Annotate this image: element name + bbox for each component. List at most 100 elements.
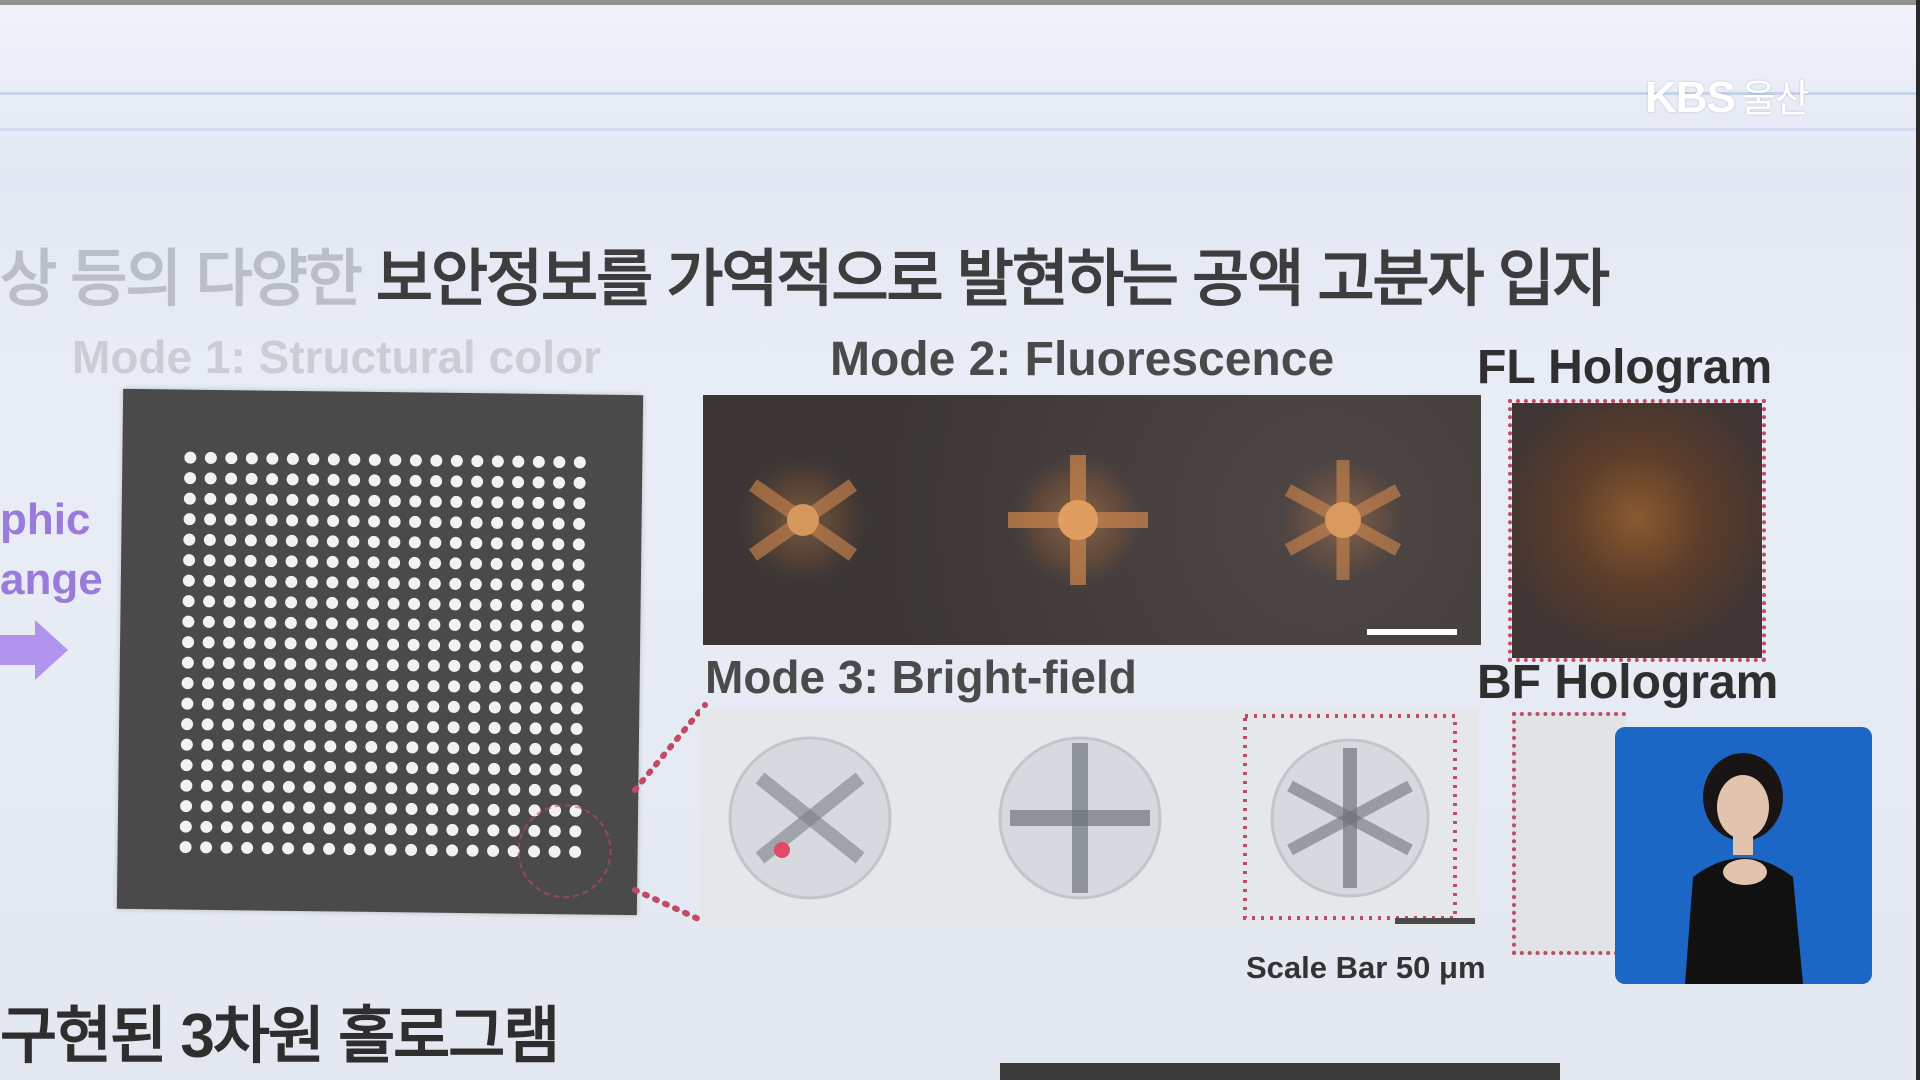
lattice-dot [324,740,337,753]
lattice-dot [305,617,318,630]
fl-hologram-label: FL Hologram [1477,341,1773,394]
bright-field-particles [728,714,1475,924]
lattice-dot [426,803,439,816]
lattice-dot [469,578,482,591]
lattice-dot [327,514,340,527]
lattice-dot [224,534,237,547]
lattice-dot [365,740,378,753]
lattice-dot [221,739,234,752]
lattice-dot [326,576,339,589]
lattice-dot [470,557,483,570]
lattice-dot [571,661,584,674]
bf-particle-1 [728,736,892,900]
lattice-dot [241,800,254,813]
lattice-dot [507,824,520,837]
lattice-dot [446,823,459,836]
lattice-dot [388,556,401,569]
lattice-dot [325,678,338,691]
lattice-dot [286,493,299,506]
lattice-dot [389,454,402,467]
slide-header-line [0,92,1920,95]
lattice-dot [265,555,278,568]
lattice-dot [307,473,320,486]
lattice-dot [324,760,337,773]
lattice-dot [243,677,256,690]
lattice-dot [469,598,482,611]
lattice-dot [345,699,358,712]
lattice-dot [406,700,419,713]
lattice-dot [470,516,483,529]
lattice-dot [241,841,254,854]
lattice-dot [468,680,481,693]
lattice-dot [305,596,318,609]
lattice-dot [201,759,214,772]
lattice-dot [572,599,585,612]
lattice-dot [551,620,564,633]
lattice-dot [368,515,381,528]
lattice-dot [427,659,440,672]
lattice-dot [304,678,317,691]
zoom-connector-lines [632,702,708,925]
screen-frame-right [1916,0,1920,1080]
lattice-dot [489,660,502,673]
lattice-dot [284,657,297,670]
lattice-dot [204,492,217,505]
lattice-dot [552,558,565,571]
lattice-dot [389,474,402,487]
lattice-dot [179,820,192,833]
lattice-dot [367,597,380,610]
lattice-dot [183,554,196,567]
bf-particle-3 [1243,714,1475,924]
lattice-dot [386,679,399,692]
lattice-dot [182,615,195,628]
lattice-dot [551,579,564,592]
lattice-dot [487,844,500,857]
lattice-dot [364,802,377,815]
lattice-dot [243,636,256,649]
lattice-dot [491,475,504,488]
mode3-label: Mode 3: Bright-field [705,651,1137,703]
lattice-dot [305,576,318,589]
lattice-dot [467,783,480,796]
lattice-dot [450,454,463,467]
lattice-dot [550,702,563,715]
lattice-dot [324,719,337,732]
lattice-dot [530,619,543,632]
lattice-dot [243,616,256,629]
lattice-dot [553,456,566,469]
slide-header-line [0,128,1920,131]
lattice-dot [446,803,459,816]
lattice-dot [180,800,193,813]
lattice-dot [427,721,440,734]
lattice-dot [323,801,336,814]
lattice-dot [201,718,214,731]
slide-bottom-text: 구현된 3차원 홀로그램 [0,1002,560,1071]
side-text-fragment: ange [0,555,103,604]
lattice-dot [529,722,542,735]
lattice-dot [448,639,461,652]
lattice-dot [570,763,583,776]
lattice-dot [243,657,256,670]
lattice-dot [225,452,238,465]
side-text-fragment: phic [0,495,91,544]
lattice-dot [266,452,279,465]
lattice-dot [347,494,360,507]
lattice-dot [366,679,379,692]
lattice-dot [286,452,299,465]
lattice-dot [406,761,419,774]
lattice-dot [347,556,360,569]
lattice-dot [262,760,275,773]
lattice-dot [344,761,357,774]
lattice-dot [552,538,565,551]
lattice-dot [242,718,255,731]
lattice-dot [450,495,463,508]
particle-3 [1273,450,1413,590]
lattice-dot [204,451,217,464]
lattice-dot [220,841,233,854]
lattice-dot [241,780,254,793]
screen-bottom-edge [1000,1063,1560,1080]
lattice-dot [549,784,562,797]
lattice-dot [430,454,443,467]
lattice-dot [447,741,460,754]
lattice-dot [406,741,419,754]
